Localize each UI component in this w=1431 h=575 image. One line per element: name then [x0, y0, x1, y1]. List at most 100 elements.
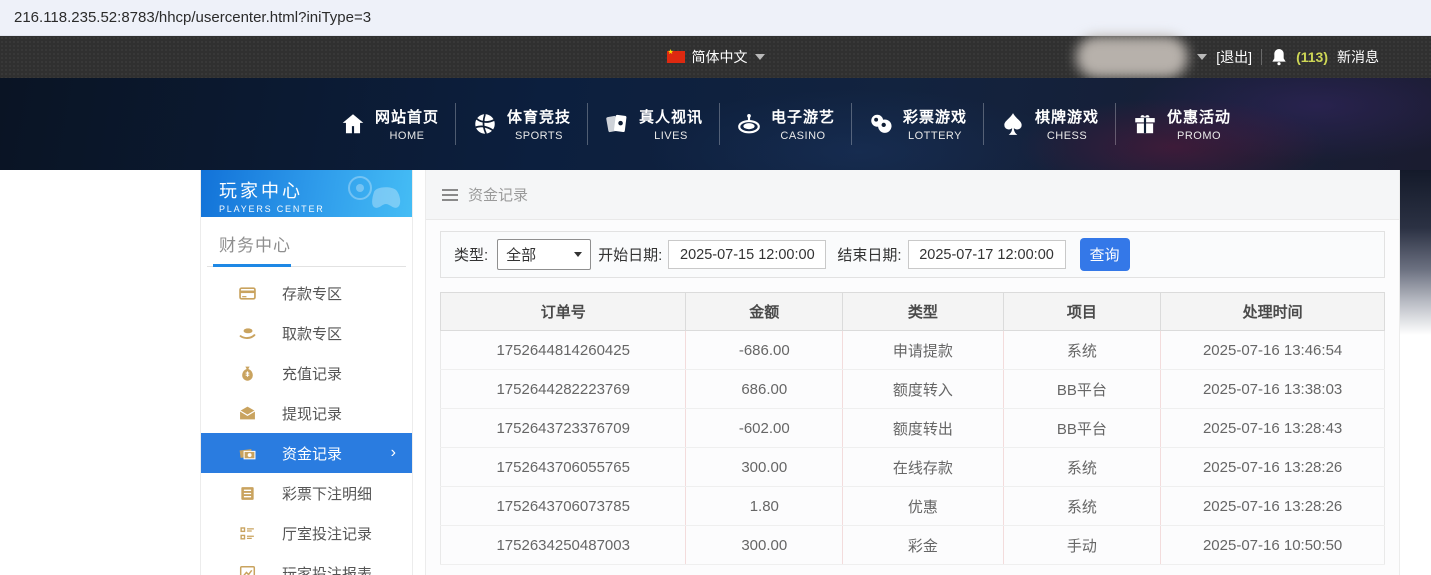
- bell-icon[interactable]: [1271, 48, 1287, 66]
- list-icon: [239, 525, 256, 542]
- nav-item-promo[interactable]: 优惠活动 PROMO: [1116, 106, 1247, 142]
- main-nav-list: 网站首页 HOME 体育竞技 SPORTS 真人视讯 LIVES 电子游艺 CASINO 彩票游…: [0, 78, 1431, 170]
- chevron-down-icon: [574, 252, 583, 257]
- type-select[interactable]: 全部: [497, 239, 592, 270]
- table-cell: 优惠: [842, 486, 1004, 526]
- table-cell: 2025-07-16 13:28:26: [1160, 486, 1385, 526]
- table-cell: 1752644814260425: [439, 330, 687, 370]
- banknotes-icon: [239, 445, 256, 462]
- sidebar-item-label: 玩家投注报表: [282, 565, 373, 575]
- nav-item-sports[interactable]: 体育竞技 SPORTS: [456, 106, 587, 142]
- table-cell: -602.00: [685, 408, 844, 448]
- type-select-value: 全部: [506, 247, 537, 264]
- filter-bar: 类型: 全部 开始日期: 结束日期: 查询: [440, 231, 1385, 278]
- end-date-label: 结束日期:: [837, 247, 902, 264]
- table-row: 1752644282223769 686.00 额度转入 BB平台 2025-07-16…: [439, 369, 1385, 409]
- table-cell: 1.80: [685, 486, 844, 526]
- chevron-right-icon: ›: [390, 444, 396, 461]
- chevron-down-icon[interactable]: [1197, 54, 1208, 60]
- sidebar-item-label: 彩票下注明细: [282, 485, 373, 503]
- nav-item-subtitle: LIVES: [654, 130, 688, 142]
- sidebar-item-hall-bet-record[interactable]: 厅室投注记录: [201, 513, 412, 553]
- sidebar-item-deposit-zone[interactable]: 存款专区: [201, 273, 412, 313]
- nav-item-lottery[interactable]: 彩票游戏 LOTTERY: [852, 106, 983, 142]
- nav-item-subtitle: CASINO: [780, 130, 826, 142]
- sidebar-item-withdraw-zone[interactable]: 取款专区: [201, 313, 412, 353]
- nav-item-chess[interactable]: 棋牌游戏 CHESS: [984, 106, 1115, 142]
- sidebar-item-withdrawal-record[interactable]: 提现记录: [201, 393, 412, 433]
- nav-item-home[interactable]: 网站首页 HOME: [324, 106, 455, 142]
- table-cell: 申请提款: [842, 330, 1004, 370]
- table-cell: 2025-07-16 10:50:50: [1160, 525, 1385, 565]
- column-header: 订单号: [439, 292, 687, 331]
- nav-item-title: 真人视讯: [638, 109, 703, 126]
- username-redacted[interactable]: [1076, 36, 1189, 78]
- cards-icon: [604, 111, 630, 137]
- sidebar-item-label: 充值记录: [282, 365, 343, 383]
- nav-item-lives[interactable]: 真人视讯 LIVES: [588, 106, 719, 142]
- start-date-label: 开始日期:: [598, 247, 663, 264]
- nav-item-title: 体育竞技: [506, 109, 571, 126]
- logout-button[interactable]: [退出]: [1216, 47, 1252, 67]
- table-cell: 2025-07-16 13:46:54: [1160, 330, 1385, 370]
- nav-item-casino[interactable]: 电子游艺 CASINO: [720, 106, 851, 142]
- start-date-input[interactable]: [668, 240, 827, 269]
- table-cell: 1752644282223769: [439, 369, 687, 409]
- column-header: 金额: [685, 292, 844, 331]
- roulette-icon: [736, 111, 762, 137]
- language-label: 简体中文: [691, 49, 748, 65]
- background-fade-strip: [1400, 170, 1431, 335]
- section-underline: [207, 264, 406, 267]
- page: 216.118.235.52:8783/hhcp/usercenter.html…: [0, 0, 1431, 575]
- table-cell: 额度转出: [842, 408, 1004, 448]
- table-cell: 2025-07-16 13:28:43: [1160, 408, 1385, 448]
- sidebar-item-player-bet-report[interactable]: 玩家投注报表: [201, 553, 412, 575]
- money-bag-icon: [239, 365, 256, 382]
- topbar-right: [退出] (113) 新消息: [1076, 36, 1379, 78]
- sidebar: 玩家中心 PLAYERS CENTER 财务中心 存款专区 取款专区 充值记录 提现记…: [200, 170, 413, 575]
- hand-money-icon: [239, 325, 256, 342]
- nav-item-title: 电子游艺: [770, 109, 835, 126]
- table-cell: -686.00: [685, 330, 844, 370]
- nav-item-subtitle: CHESS: [1046, 130, 1088, 142]
- column-header: 类型: [842, 292, 1004, 331]
- sidebar-item-label: 存款专区: [282, 285, 343, 303]
- sidebar-item-funds-record[interactable]: 资金记录 ›: [201, 433, 412, 473]
- sidebar-item-recharge-record[interactable]: 充值记录: [201, 353, 412, 393]
- table-cell: 2025-07-16 13:28:26: [1160, 447, 1385, 487]
- message-label[interactable]: 新消息: [1337, 47, 1379, 67]
- table-row: 1752644814260425 -686.00 申请提款 系统 2025-07-16 …: [439, 330, 1385, 370]
- table-cell: BB平台: [1002, 369, 1162, 409]
- sidebar-item-lottery-bet-detail[interactable]: 彩票下注明细: [201, 473, 412, 513]
- sidebar-item-label: 提现记录: [282, 405, 343, 423]
- envelope-money-icon: [239, 405, 256, 422]
- table-cell: 1752643723376709: [439, 408, 687, 448]
- sidebar-item-label: 资金记录: [282, 445, 343, 463]
- end-date-input[interactable]: [907, 240, 1066, 269]
- home-icon: [340, 111, 366, 137]
- menu-icon: [442, 188, 458, 201]
- topbar: 简体中文 [退出] (113) 新消息: [0, 36, 1431, 78]
- table-row: 1752634250487003 300.00 彩金 手动 2025-07-16 10:…: [439, 525, 1385, 565]
- table-cell: 手动: [1002, 525, 1162, 565]
- browser-address-bar[interactable]: 216.118.235.52:8783/hhcp/usercenter.html…: [0, 0, 1431, 36]
- table-header-row: 订单号 金额 类型 项目 处理时间: [439, 292, 1385, 331]
- divider: [1261, 49, 1263, 65]
- table-cell: BB平台: [1002, 408, 1162, 448]
- page-url: 216.118.235.52:8783/hhcp/usercenter.html…: [14, 9, 372, 26]
- content: 玩家中心 PLAYERS CENTER 财务中心 存款专区 取款专区 充值记录 提现记…: [200, 170, 1400, 575]
- lottery-balls-icon: [868, 111, 894, 137]
- table-row: 1752643706055765 300.00 在线存款 系统 2025-07-16 1…: [439, 447, 1385, 487]
- funds-record-table: 订单号 金额 类型 项目 处理时间 1752644814260425 -686.00 申请提…: [439, 292, 1385, 565]
- table-cell: 300.00: [685, 447, 844, 487]
- column-header: 处理时间: [1160, 292, 1385, 331]
- table-cell: 1752643706055765: [439, 447, 687, 487]
- search-button[interactable]: 查询: [1079, 238, 1130, 271]
- language-selector[interactable]: 简体中文: [666, 47, 765, 67]
- type-label: 类型:: [454, 247, 489, 264]
- chevron-down-icon: [754, 54, 765, 60]
- table-cell: 1752634250487003: [439, 525, 687, 565]
- table-cell: 系统: [1002, 447, 1162, 487]
- message-count[interactable]: (113): [1296, 49, 1328, 65]
- nav-item-subtitle: HOME: [389, 130, 425, 142]
